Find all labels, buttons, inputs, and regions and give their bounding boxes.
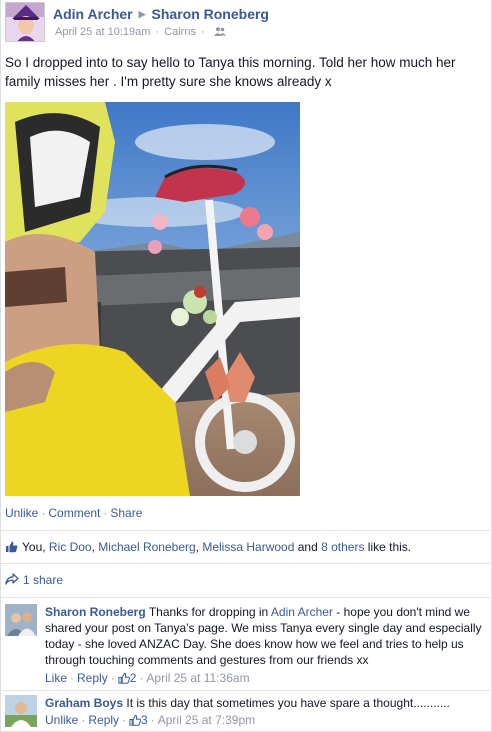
comment-actions: Like · Reply · 2 · April 25 at 11:36am [45, 671, 250, 685]
story-actions: Unlike · Comment · Share [5, 506, 143, 520]
story-title: Adin Archer ▶ Sharon Roneberg [53, 6, 269, 22]
comment-author-link[interactable]: Sharon Roneberg [45, 605, 146, 619]
likes-and: and [294, 540, 322, 554]
comment-text: It is this day that sometimes you have s… [126, 696, 450, 710]
comment: Sharon Roneberg Thanks for dropping in A… [5, 604, 489, 690]
comment-reply-link[interactable]: Reply [77, 671, 108, 685]
others-link[interactable]: 8 others [321, 540, 364, 554]
commenter-avatar[interactable] [5, 695, 37, 727]
share-link[interactable]: Share [110, 506, 142, 520]
comment: Graham Boys It is this day that sometime… [5, 695, 489, 731]
comment-body: Graham Boys It is this day that sometime… [45, 695, 485, 711]
comment-unlike-link[interactable]: Unlike [45, 713, 78, 727]
liker-link[interactable]: Michael Roneberg [98, 540, 195, 554]
liker-link[interactable]: Ric Doo [49, 540, 92, 554]
comment-timestamp[interactable]: April 25 at 7:39pm [158, 713, 255, 727]
comment-link[interactable]: Comment [48, 506, 100, 520]
comment-body: Sharon Roneberg Thanks for dropping in A… [45, 604, 485, 668]
liker-link[interactable]: Melissa Harwood [202, 540, 294, 554]
location-link[interactable]: Cairns [164, 26, 196, 38]
commenter-avatar[interactable] [5, 604, 37, 636]
story-header: Adin Archer ▶ Sharon Roneberg April 25 at … [5, 2, 485, 46]
shares-summary[interactable]: 1 share [5, 573, 63, 587]
comment-author-link[interactable]: Graham Boys [45, 696, 123, 710]
like-thumb-outline-icon[interactable] [129, 714, 142, 726]
likes-summary: You, Ric Doo, Michael Roneberg, Melissa … [5, 540, 411, 554]
shares-link[interactable]: 1 share [23, 573, 63, 587]
divider [1, 563, 492, 564]
comment-reply-link[interactable]: Reply [88, 713, 119, 727]
story-meta: April 25 at 10:19am · Cairns · [55, 26, 226, 38]
timestamp-link[interactable]: April 25 at 10:19am [55, 26, 150, 38]
comment-actions: Unlike · Reply · 3 · April 25 at 7:39pm [45, 713, 256, 727]
comment-timestamp[interactable]: April 25 at 11:36am [146, 671, 249, 685]
arrow-right-icon: ▶ [138, 9, 146, 19]
divider [1, 597, 492, 598]
author-avatar[interactable] [5, 2, 45, 42]
comment-like-link[interactable]: Like [45, 671, 67, 685]
target-name-link[interactable]: Sharon Roneberg [152, 6, 269, 22]
divider [1, 690, 492, 691]
likes-prefix: You, [22, 540, 49, 554]
friends-icon[interactable] [213, 27, 226, 36]
unlike-link[interactable]: Unlike [5, 506, 38, 520]
like-thumb-outline-icon[interactable] [118, 672, 130, 684]
mention-link[interactable]: Adin Archer [271, 605, 333, 619]
like-thumb-icon [5, 540, 18, 553]
feed-story: Adin Archer ▶ Sharon Roneberg April 25 at … [0, 0, 492, 732]
comment-text: Thanks for dropping in [148, 605, 271, 619]
share-arrow-icon [5, 573, 19, 585]
author-name-link[interactable]: Adin Archer [53, 6, 133, 22]
post-photo[interactable] [5, 102, 300, 496]
comment-like-count[interactable]: 3 [141, 713, 148, 727]
divider [1, 530, 492, 531]
post-message: So I dropped into to say hello to Tanya … [5, 55, 456, 89]
likes-suffix: like this. [364, 540, 412, 554]
comment-like-count[interactable]: 2 [130, 671, 137, 685]
